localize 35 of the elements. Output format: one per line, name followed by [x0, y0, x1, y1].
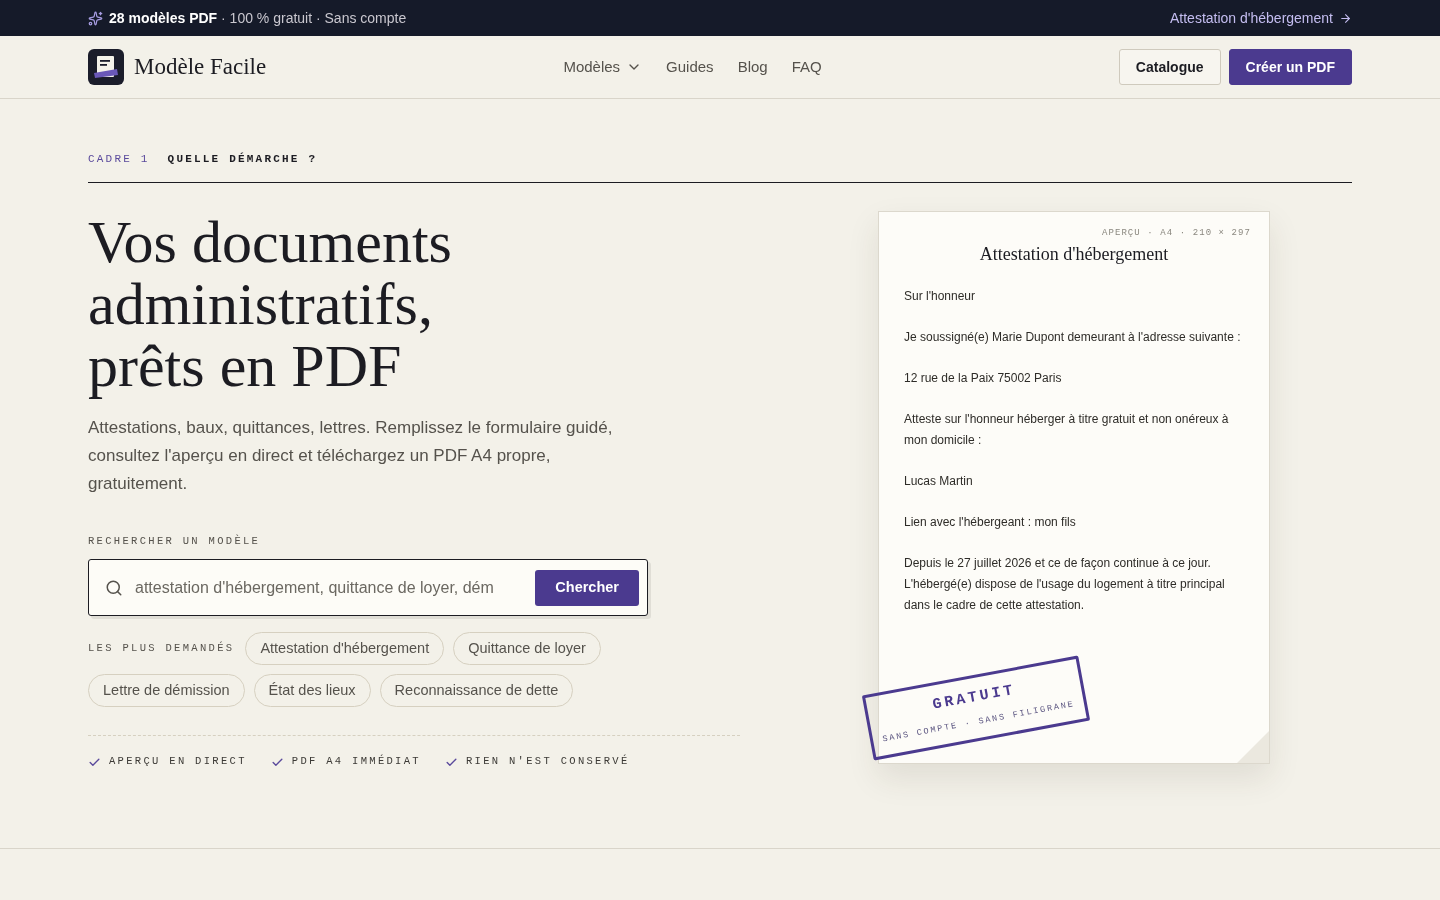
announcement-text: 28 modèles PDF · 100 % gratuit · Sans compte: [109, 8, 407, 28]
document-paragraph: Atteste sur l'honneur héberger à titre gratuit et non onéreux à mon domicile :: [904, 411, 1230, 449]
document-title: Attestation d'hébergement: [979, 243, 1169, 266]
catalogue-button[interactable]: Catalogue: [1118, 49, 1221, 85]
nav-dropdown[interactable]: Modèles: [563, 55, 643, 79]
search-icon: [105, 578, 123, 597]
document-paragraph: Je soussigné(e) Marie Dupont demeurant à l'adresse suivante :: [904, 329, 1242, 346]
document-paragraph: 12 rue de la Paix 75002 Paris: [904, 370, 1063, 387]
sparkles-icon: [88, 10, 103, 26]
document-paragraph: Lien avec l'hébergeant : mon fils: [904, 514, 1077, 531]
feature-label: PDF A4 IMMÉDIAT: [291, 754, 421, 770]
search-label: RECHERCHER UN MODÈLE: [88, 533, 261, 549]
nav-link[interactable]: Guides: [666, 55, 714, 79]
nav-link[interactable]: Blog: [737, 55, 768, 79]
feature-label: RIEN N'EST CONSERVÉ: [465, 754, 630, 770]
arrow-right-icon: [1339, 11, 1352, 25]
brand-name: Modèle Facile: [134, 52, 267, 81]
preview-meta: APERÇU · A4 · 210 × 297: [1101, 226, 1251, 240]
search-field[interactable]: attestation d'hébergement, quittance de loyer, dém Chercher: [88, 559, 648, 617]
folded-corner-icon: [1237, 730, 1269, 763]
section-index: CADRE 1: [88, 152, 150, 167]
brand-link[interactable]: Modèle Facile: [88, 49, 267, 85]
create-pdf-button[interactable]: Créer un PDF: [1228, 49, 1352, 85]
nav-link[interactable]: FAQ: [791, 55, 822, 79]
document-paragraph: Depuis le 27 juillet 2026 et ce de façon continue à ce jour. L'hébergé(e) dispose de l'usage du logement à titre principal dans le cadre de cette attestation.: [904, 555, 1226, 614]
feature-label: APERÇU EN DIRECT: [109, 754, 247, 770]
hero-title: Vos documents administratifs, prêts en PDF: [88, 210, 453, 397]
document-logo-icon: [88, 49, 124, 85]
announcement-link[interactable]: Attestation d'hébergement: [1170, 7, 1352, 29]
document-paragraph: Lucas Martin: [904, 473, 974, 490]
search-button[interactable]: Chercher: [535, 569, 639, 606]
document-paragraph: Sur l'honneur: [904, 288, 976, 305]
hero-lead: Attestations, baux, quittances, lettres. Remplissez le formulaire guidé, consultez l'aperçu en direct et téléchargez un PDF A4 propre, gratuitement.: [88, 416, 614, 495]
section-title: QUELLE DÉMARCHE ?: [167, 151, 318, 167]
popular-label: LES PLUS DEMANDÉS: [88, 640, 235, 656]
